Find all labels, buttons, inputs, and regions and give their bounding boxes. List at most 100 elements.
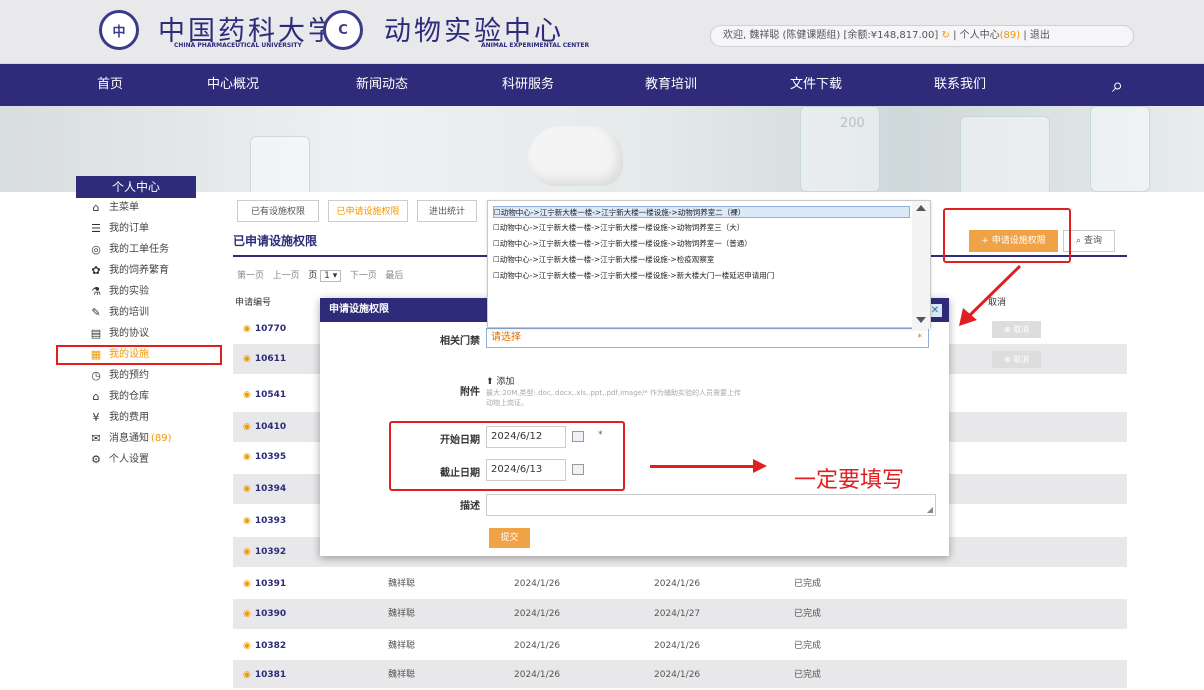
pager-last[interactable]: 最后 (385, 271, 403, 281)
user-info-bar: 欢迎, 魏祥聪 (陈健课题组) [余额:¥148,817.00] ↻ | 个人中… (710, 25, 1134, 47)
table-row[interactable]: ◉ 10381 魏祥聪 2024/1/26 2024/1/26 已完成 (233, 660, 1127, 688)
row-id[interactable]: ◉ 10382 (243, 631, 286, 661)
tab-existing-permissions[interactable]: 已有设施权限 (237, 200, 319, 222)
door-select[interactable]: 请选择 * (486, 328, 929, 348)
logout-link[interactable]: 退出 (1030, 30, 1050, 41)
pager-first[interactable]: 第一页 (237, 271, 264, 281)
yen-icon: ¥ (92, 411, 100, 424)
row-id[interactable]: ◉ 10390 (243, 599, 286, 629)
pager-next[interactable]: 下一页 (350, 271, 377, 281)
table-row[interactable]: ◉ 10390 魏祥聪 2024/1/26 2024/1/27 已完成 (233, 599, 1127, 629)
dropdown-option[interactable]: ☐动物中心->江宁新大楼一楼->江宁新大楼一楼设施->新大楼大门一楼延迟申请用门 (493, 270, 774, 282)
scroll-up-icon[interactable] (916, 205, 926, 211)
sidebar-item-warehouse[interactable]: ⌂ 我的仓库 (76, 387, 222, 407)
nav-item-research[interactable]: 科研服务 (502, 64, 554, 106)
description-textarea[interactable]: ◢ (486, 494, 936, 516)
arrow-right-icon (753, 459, 767, 473)
main-nav: 首页 中心概况 新闻动态 科研服务 教育培训 文件下载 联系我们 ⌕ (0, 64, 1204, 106)
sidebar-item-breeding[interactable]: ✿ 我的饲养繁育 (76, 261, 222, 281)
welcome-text: 欢迎, 魏祥聪 (陈健课题组) [余额:¥148,817.00] (723, 30, 939, 41)
sidebar-item-label: 我的订单 (109, 223, 149, 234)
row-applicant: 魏祥聪 (388, 641, 416, 651)
row-start-date: 2024/1/26 (514, 641, 561, 651)
sidebar-item-label: 我的实验 (109, 286, 149, 297)
nav-item-downloads[interactable]: 文件下载 (790, 64, 842, 106)
sidebar-item-expenses[interactable]: ¥ 我的费用 (76, 408, 222, 428)
row-end-date: 2024/1/26 (654, 641, 701, 651)
page-select[interactable]: 1 ▾ (320, 270, 342, 282)
sidebar-item-main-menu[interactable]: ⌂ 主菜单 (76, 198, 222, 218)
row-id[interactable]: ◉ 10541 (243, 380, 286, 410)
sidebar-item-tasks[interactable]: ◎ 我的工单任务 (76, 240, 222, 260)
cancel-button[interactable]: ⊗ 取消 (992, 351, 1041, 368)
row-status: 已完成 (794, 670, 822, 680)
view-icon: ◉ (243, 422, 251, 432)
dropdown-option[interactable]: ☐动物中心->江宁新大楼一楼->江宁新大楼一楼设施->动物饲养室三（大） (493, 222, 744, 234)
row-id[interactable]: ◉ 10393 (243, 506, 286, 536)
dropdown-option[interactable]: ☐动物中心->江宁新大楼一楼->江宁新大楼一楼设施->检疫观察室 (493, 254, 714, 266)
dropdown-scrollbar[interactable] (912, 201, 930, 329)
row-id-text: 10395 (254, 452, 287, 462)
separator: | (949, 30, 960, 41)
sidebar-item-experiments[interactable]: ⚗ 我的实验 (76, 282, 222, 302)
training-icon: ✎ (91, 306, 101, 319)
row-id[interactable]: ◉ 10395 (243, 442, 286, 472)
pager-page-label: 页 (308, 271, 318, 281)
sidebar-item-orders[interactable]: ☰ 我的订单 (76, 219, 222, 239)
sidebar-item-label: 消息通知 (109, 433, 149, 444)
tab-applied-permissions[interactable]: 已申请设施权限 (328, 200, 408, 222)
nav-item-about[interactable]: 中心概况 (207, 64, 259, 106)
list-icon: ☰ (91, 222, 101, 235)
sidebar-item-settings[interactable]: ⚙ 个人设置 (76, 450, 222, 470)
row-end-date: 2024/1/26 (654, 579, 701, 589)
sidebar-item-label: 我的预约 (109, 370, 149, 381)
row-id[interactable]: ◉ 10611 (243, 344, 286, 374)
pager-prev[interactable]: 上一页 (273, 271, 300, 281)
view-icon: ◉ (243, 484, 251, 494)
mail-icon: ✉ (91, 432, 101, 445)
resize-grip-icon[interactable]: ◢ (927, 505, 933, 514)
sidebar-item-messages[interactable]: ✉ 消息通知 (89) (76, 429, 222, 449)
sidebar-item-agreements[interactable]: ▤ 我的协议 (76, 324, 222, 344)
dropdown-option[interactable]: ☐动物中心->江宁新大楼一楼->江宁新大楼一楼设施->动物饲养室二（裸） (493, 206, 910, 218)
view-icon: ◉ (243, 516, 251, 526)
refresh-icon[interactable]: ↻ (942, 30, 950, 41)
attach-add-button[interactable]: ⬆ 添加 (486, 374, 514, 387)
university-seal-icon: 中 (99, 10, 139, 50)
arrow-shaft (965, 264, 1022, 320)
sidebar-item-label: 个人设置 (109, 454, 149, 465)
nav-item-home[interactable]: 首页 (97, 64, 123, 106)
home-icon: ⌂ (92, 201, 100, 214)
nav-item-contact[interactable]: 联系我们 (934, 64, 986, 106)
row-id[interactable]: ◉ 10410 (243, 412, 286, 442)
row-id[interactable]: ◉ 10381 (243, 660, 286, 690)
nav-item-training[interactable]: 教育培训 (645, 64, 697, 106)
sidebar-item-label: 我的协议 (109, 328, 149, 339)
sidebar-item-label: 我的工单任务 (109, 244, 169, 255)
row-id-text: 10611 (254, 354, 287, 364)
row-status: 已完成 (794, 641, 822, 651)
nav-item-news[interactable]: 新闻动态 (356, 64, 408, 106)
dropdown-option[interactable]: ☐动物中心->江宁新大楼一楼->江宁新大楼一楼设施->动物饲养室一（普通） (493, 238, 752, 250)
personal-center-link[interactable]: 个人中心 (960, 30, 1000, 41)
scroll-down-icon[interactable] (916, 317, 926, 323)
row-id[interactable]: ◉ 10391 (243, 569, 286, 599)
row-id-text: 10392 (254, 547, 287, 557)
tab-access-stats[interactable]: 进出统计 (417, 200, 477, 222)
search-icon[interactable]: ⌕ (1112, 64, 1123, 106)
sidebar-item-reservations[interactable]: ◷ 我的预约 (76, 366, 222, 386)
table-row[interactable]: ◉ 10391 魏祥聪 2024/1/26 2024/1/26 已完成 (233, 569, 1127, 599)
experiment-icon: ⚗ (91, 285, 101, 298)
row-id[interactable]: ◉ 10770 (243, 314, 286, 344)
table-row[interactable]: ◉ 10382 魏祥聪 2024/1/26 2024/1/26 已完成 (233, 631, 1127, 661)
center-name-en: ANIMAL EXPERIMENTAL CENTER (481, 42, 590, 49)
sidebar-item-training[interactable]: ✎ 我的培训 (76, 303, 222, 323)
sidebar-item-facilities[interactable]: ▦ 我的设施 (56, 345, 222, 365)
row-status: 已完成 (794, 579, 822, 589)
view-icon: ◉ (243, 547, 251, 557)
sidebar-item-label: 我的仓库 (109, 391, 149, 402)
row-end-date: 2024/1/27 (654, 609, 701, 619)
submit-button[interactable]: 提交 (489, 528, 530, 548)
row-id[interactable]: ◉ 10394 (243, 474, 286, 504)
row-id[interactable]: ◉ 10392 (243, 537, 286, 567)
